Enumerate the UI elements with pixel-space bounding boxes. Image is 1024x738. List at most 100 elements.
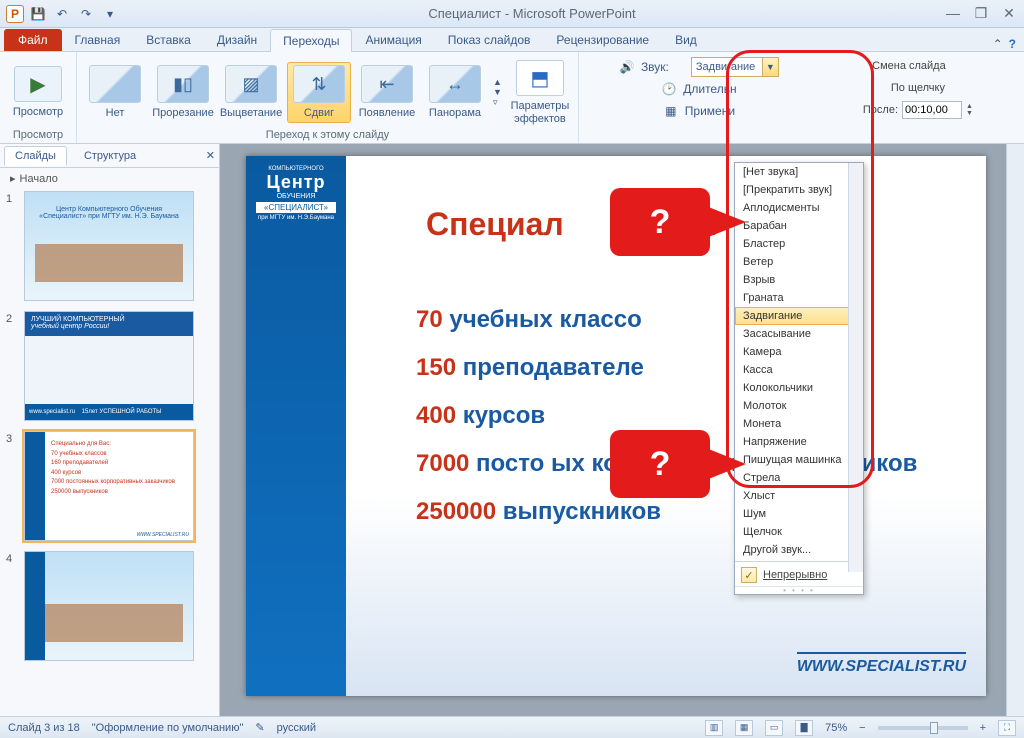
panel-tab-outline[interactable]: Структура — [73, 146, 147, 166]
apply-all-button[interactable]: Примени — [685, 104, 735, 118]
fit-window-icon[interactable]: ⛶ — [998, 720, 1016, 736]
save-icon[interactable]: 💾 — [28, 4, 48, 24]
sound-option[interactable]: Пишущая машинка — [735, 451, 863, 469]
annotation-callout-1: ? — [610, 188, 710, 256]
sound-option[interactable]: Стрела — [735, 469, 863, 487]
transition-fade-icon: ▨ — [225, 65, 277, 103]
sound-combo[interactable]: Задвигание ▼ — [691, 57, 779, 77]
status-slide-info: Слайд 3 из 18 — [8, 722, 80, 734]
panel-close-icon[interactable]: ✕ — [206, 149, 215, 162]
thumb-num: 2 — [6, 311, 20, 421]
sound-option[interactable]: Граната — [735, 289, 863, 307]
sound-option[interactable]: Ветер — [735, 253, 863, 271]
group-advance: Смена слайда По щелчку После: ▲▼ — [819, 52, 999, 143]
ribbon: ▶ Просмотр Просмотр Нет ▮▯Прорезание ▨Вы… — [0, 52, 1024, 144]
sound-option[interactable]: Напряжение — [735, 433, 863, 451]
file-tab[interactable]: Файл — [4, 29, 62, 51]
restore-icon[interactable]: ❐ — [972, 5, 990, 22]
minimize-icon[interactable]: ― — [944, 5, 962, 22]
close-icon[interactable]: ✕ — [1000, 5, 1018, 22]
transition-cut-icon: ▮▯ — [157, 65, 209, 103]
panel-scroll[interactable]: ▸ Начало 1 Центр Компьютерного Обучения«… — [0, 168, 219, 716]
sound-option[interactable]: Касса — [735, 361, 863, 379]
redo-icon[interactable]: ↷ — [76, 4, 96, 24]
view-normal-icon[interactable]: ▥ — [705, 720, 723, 736]
sound-option[interactable]: Молоток — [735, 397, 863, 415]
sound-option[interactable]: Камера — [735, 343, 863, 361]
chevron-down-icon[interactable]: ▼ — [762, 58, 778, 76]
view-reading-icon[interactable]: ▭ — [765, 720, 783, 736]
sound-option[interactable]: [Нет звука] — [735, 163, 863, 181]
effect-options-icon: ⬒ — [516, 60, 564, 96]
transition-pan[interactable]: ↔Панорама — [423, 62, 487, 122]
transition-none[interactable]: Нет — [83, 62, 147, 122]
view-slideshow-icon[interactable]: ▇ — [795, 720, 813, 736]
preview-button[interactable]: ▶ Просмотр — [6, 63, 70, 121]
transition-fade[interactable]: ▨Выцветание — [219, 62, 283, 122]
zoom-slider[interactable] — [878, 726, 968, 730]
qat-more-icon[interactable]: ▾ — [100, 4, 120, 24]
loop-label: Непрерывно — [763, 569, 827, 581]
transition-gallery-more[interactable]: ▲▼▿ — [491, 77, 504, 108]
minimize-ribbon-icon[interactable]: ⌃ — [993, 37, 1003, 51]
sound-option[interactable]: Взрыв — [735, 271, 863, 289]
sound-option-other[interactable]: Другой звук... — [735, 541, 863, 559]
sound-option[interactable]: Монета — [735, 415, 863, 433]
spellcheck-icon[interactable]: ✎ — [255, 721, 264, 734]
after-time-input[interactable] — [902, 101, 962, 119]
effect-options-button[interactable]: ⬒Параметры эффектов — [508, 57, 572, 127]
tab-view[interactable]: Вид — [662, 28, 710, 51]
zoom-out-icon[interactable]: − — [859, 722, 865, 734]
spin-down-icon[interactable]: ▼ — [966, 110, 973, 117]
sound-combo-value: Задвигание — [692, 58, 762, 76]
zoom-in-icon[interactable]: + — [980, 722, 986, 734]
apply-all-icon: ▦ — [663, 104, 679, 118]
status-bar: Слайд 3 из 18 "Оформление по умолчанию" … — [0, 716, 1024, 738]
dropdown-resize-grip[interactable]: • • • • — [735, 586, 863, 594]
sound-option[interactable]: [Прекратить звук] — [735, 181, 863, 199]
panel-tab-slides[interactable]: Слайды — [4, 146, 67, 166]
slide-thumbnail-2[interactable]: ЛУЧШИЙ КОМПЬЮТЕРНЫЙучебный центр России!… — [24, 311, 194, 421]
stage-scrollbar[interactable] — [1006, 144, 1024, 716]
tab-transitions[interactable]: Переходы — [270, 29, 352, 52]
loop-sound-check[interactable]: ✓ Непрерывно — [735, 564, 863, 586]
tab-insert[interactable]: Вставка — [133, 28, 204, 51]
tab-animation[interactable]: Анимация — [352, 28, 434, 51]
sound-option[interactable]: Засасывание — [735, 325, 863, 343]
group-preview: ▶ Просмотр Просмотр — [0, 52, 77, 143]
sound-option-selected[interactable]: Задвигание — [735, 307, 863, 325]
slide-thumbnail-3[interactable]: Специально для Вас: 70 учебных классов 1… — [24, 431, 194, 541]
zoom-value[interactable]: 75% — [825, 722, 847, 734]
tab-home[interactable]: Главная — [62, 28, 134, 51]
slide-thumbnail-1[interactable]: Центр Компьютерного Обучения«Специалист»… — [24, 191, 194, 301]
tab-slideshow[interactable]: Показ слайдов — [435, 28, 544, 51]
spin-up-icon[interactable]: ▲ — [966, 103, 973, 110]
undo-icon[interactable]: ↶ — [52, 4, 72, 24]
sound-option[interactable]: Хлыст — [735, 487, 863, 505]
dropdown-scrollbar[interactable] — [848, 163, 863, 572]
sound-option[interactable]: Щелчок — [735, 523, 863, 541]
slide-thumbnail-4[interactable] — [24, 551, 194, 661]
transition-push[interactable]: ⇅Сдвиг — [287, 62, 351, 122]
sound-option[interactable]: Шум — [735, 505, 863, 523]
view-sorter-icon[interactable]: ▦ — [735, 720, 753, 736]
sound-dropdown[interactable]: [Нет звука] [Прекратить звук] Аплодисмен… — [734, 162, 864, 595]
help-icon[interactable]: ? — [1009, 37, 1016, 51]
transition-wipe[interactable]: ⇤Появление — [355, 62, 419, 122]
tab-design[interactable]: Дизайн — [204, 28, 270, 51]
sound-option[interactable]: Колокольчики — [735, 379, 863, 397]
sound-option[interactable]: Бластер — [735, 235, 863, 253]
on-click-partial[interactable]: По щелчку — [891, 82, 945, 94]
transition-wipe-icon: ⇤ — [361, 65, 413, 103]
app-icon[interactable]: P — [6, 5, 24, 23]
sound-option[interactable]: Аплодисменты — [735, 199, 863, 217]
status-language[interactable]: русский — [277, 722, 316, 734]
section-label[interactable]: ▸ Начало — [6, 170, 213, 187]
advance-title: Смена слайда — [872, 60, 946, 72]
slide-footer: WWW.SPECIALIST.RU — [797, 652, 966, 676]
thumb-num: 3 — [6, 431, 20, 541]
tab-review[interactable]: Рецензирование — [543, 28, 662, 51]
transition-cut[interactable]: ▮▯Прорезание — [151, 62, 215, 122]
sound-option[interactable]: Барабан — [735, 217, 863, 235]
panel-tabs: Слайды Структура ✕ — [0, 144, 219, 168]
